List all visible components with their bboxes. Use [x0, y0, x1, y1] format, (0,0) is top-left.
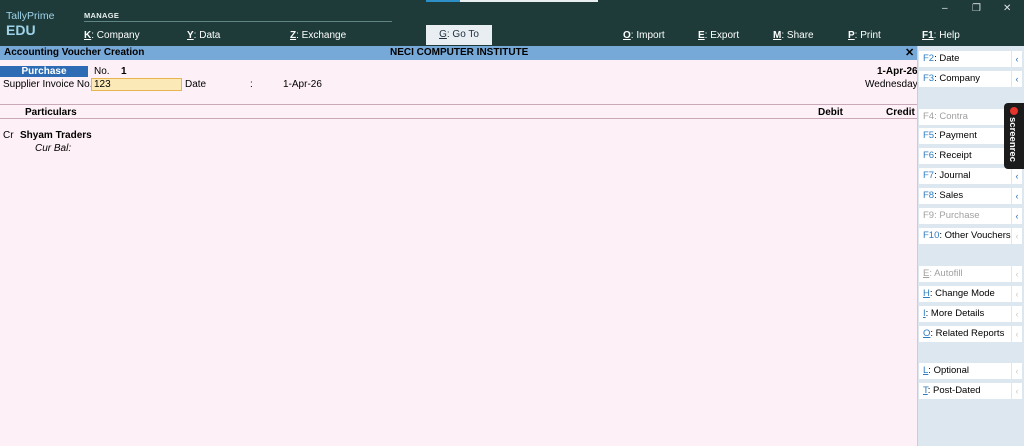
menu-export[interactable]: E: Export	[698, 30, 739, 41]
change-mode-button[interactable]: H: Change Mode	[919, 286, 1011, 302]
invoice-date-label: Date	[185, 79, 207, 90]
chevron-left-icon[interactable]: ‹	[1012, 228, 1022, 244]
screen-title-bar: Accounting Voucher Creation NECI COMPUTE…	[0, 46, 917, 60]
screenrec-label: screenrec	[1007, 117, 1018, 162]
chevron-left-icon[interactable]: ‹	[1012, 168, 1022, 184]
f9-purchase-button[interactable]: F9: Purchase	[919, 208, 1011, 224]
supplier-invoice-label: Supplier Invoice No. :	[3, 79, 99, 90]
chevron-left-icon[interactable]: ‹	[1012, 383, 1022, 399]
more-details-button[interactable]: I: More Details	[919, 306, 1011, 322]
dr-cr-indicator[interactable]: Cr	[3, 130, 14, 141]
autofill-button[interactable]: E: Autofill	[919, 266, 1011, 282]
invoice-date-colon: :	[250, 79, 253, 90]
menu-data[interactable]: Y: Data	[187, 30, 220, 41]
table-top-divider	[0, 104, 917, 105]
chevron-left-icon[interactable]: ‹	[1012, 51, 1022, 67]
voucher-no-value: 1	[121, 66, 127, 77]
f5-payment-button[interactable]: F5: Payment	[919, 128, 1011, 144]
menu-company[interactable]: K: Company	[84, 30, 140, 41]
debit-header: Debit	[818, 107, 843, 118]
company-name: NECI COMPUTER INSTITUTE	[390, 47, 529, 58]
f10-other-vouchers-button[interactable]: F10: Other Vouchers	[919, 228, 1011, 244]
particulars-header: Particulars	[25, 107, 77, 118]
chevron-left-icon[interactable]: ‹	[1012, 306, 1022, 322]
supplier-invoice-field[interactable]	[91, 78, 182, 91]
f2-date-button[interactable]: F2: Date	[919, 51, 1011, 67]
menu-help[interactable]: F1: Help	[922, 30, 960, 41]
screenrec-widget[interactable]: screenrec	[1004, 103, 1024, 169]
menu-import[interactable]: O: Import	[623, 30, 665, 41]
active-tab-indicator	[426, 0, 460, 2]
invoice-date-field[interactable]: 1-Apr-26	[283, 79, 322, 90]
chevron-left-icon[interactable]: ‹	[1012, 363, 1022, 379]
table-header-divider	[0, 118, 917, 119]
manage-section-label: MANAGE	[84, 11, 120, 20]
credit-header: Credit	[886, 107, 915, 118]
f3-company-button[interactable]: F3: Company	[919, 71, 1011, 87]
maximize-icon[interactable]: ❐	[972, 3, 981, 14]
menu-exchange[interactable]: Z: Exchange	[290, 30, 346, 41]
manage-divider	[84, 21, 392, 22]
close-screen-icon[interactable]: ✕	[905, 46, 914, 59]
f7-journal-button[interactable]: F7: Journal	[919, 168, 1011, 184]
chevron-left-icon[interactable]: ‹	[1012, 326, 1022, 342]
record-icon	[1010, 107, 1018, 115]
voucher-date[interactable]: 1-Apr-26	[877, 66, 918, 77]
ledger-name[interactable]: Shyam Traders	[20, 130, 92, 141]
go-to-button[interactable]: G: Go To	[426, 25, 492, 45]
chevron-left-icon[interactable]: ‹	[1012, 286, 1022, 302]
f6-receipt-button[interactable]: F6: Receipt	[919, 148, 1011, 164]
chevron-left-icon[interactable]: ‹	[1012, 71, 1022, 87]
voucher-type-badge[interactable]: Purchase	[0, 66, 88, 77]
menu-print[interactable]: P: Print	[848, 30, 881, 41]
f4-contra-button[interactable]: F4: Contra	[919, 109, 1011, 125]
chevron-left-icon[interactable]: ‹	[1012, 266, 1022, 282]
related-reports-button[interactable]: O: Related Reports	[919, 326, 1011, 342]
screen-title: Accounting Voucher Creation	[4, 47, 145, 58]
app-logo: TallyPrime EDU	[6, 10, 55, 39]
optional-button[interactable]: L: Optional	[919, 363, 1011, 379]
voucher-day: Wednesday	[865, 79, 918, 90]
window-close-icon[interactable]: ✕	[1003, 3, 1011, 14]
chevron-left-icon[interactable]: ‹	[1012, 208, 1022, 224]
menu-share[interactable]: M: Share	[773, 30, 814, 41]
post-dated-button[interactable]: T: Post-Dated	[919, 383, 1011, 399]
tab-strip-indicator	[460, 0, 598, 2]
chevron-left-icon[interactable]: ‹	[1012, 188, 1022, 204]
app-edition: EDU	[6, 22, 36, 38]
f8-sales-button[interactable]: F8: Sales	[919, 188, 1011, 204]
minimize-icon[interactable]: –	[942, 3, 948, 14]
app-name: TallyPrime	[6, 10, 55, 22]
top-menu-bar: TallyPrime EDU MANAGE K: Company Y: Data…	[0, 0, 1024, 46]
current-balance-label: Cur Bal:	[35, 143, 72, 154]
voucher-no-label: No.	[94, 66, 110, 77]
